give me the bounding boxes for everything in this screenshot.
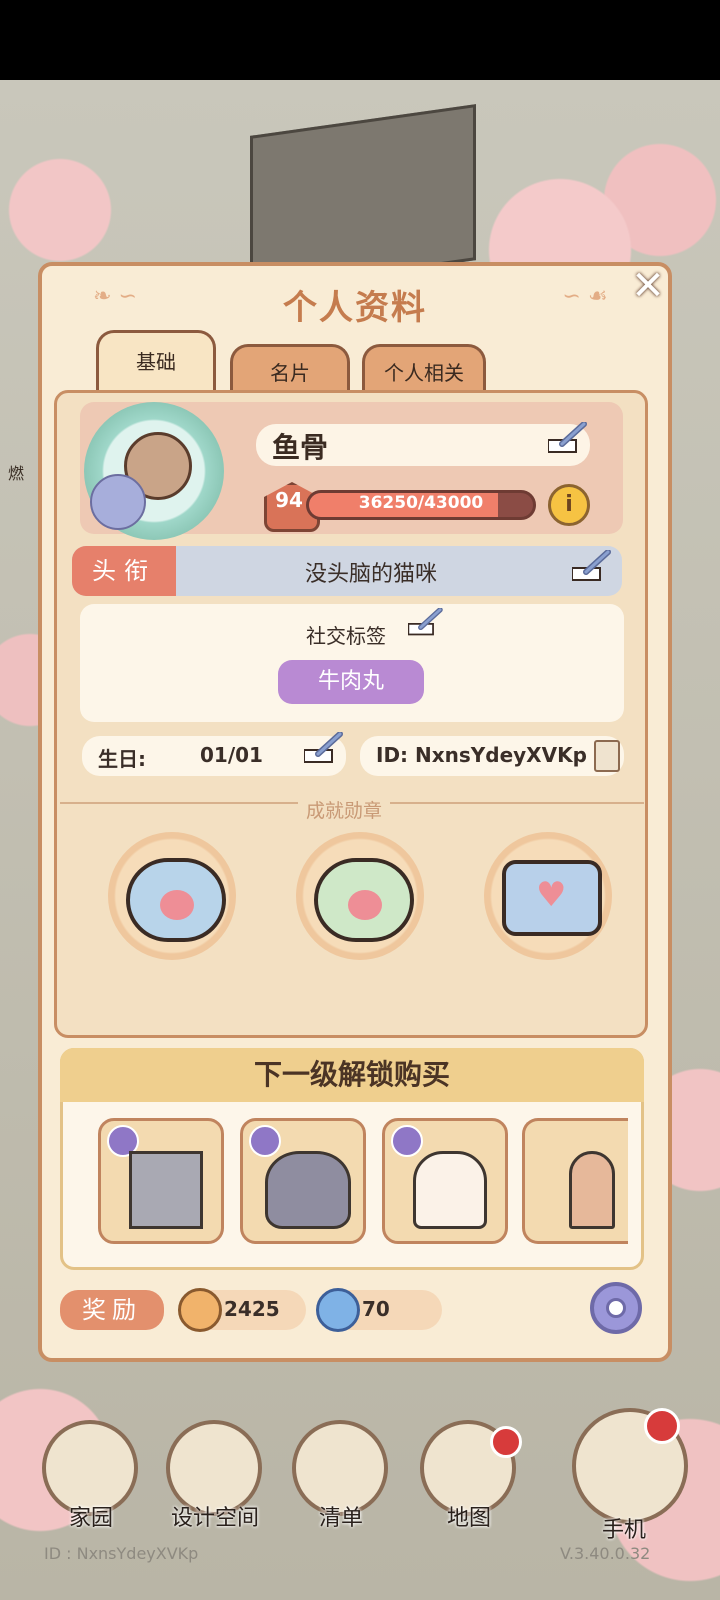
- tab-card[interactable]: 名片: [230, 344, 350, 396]
- achievement-badge-heart-message[interactable]: ♥: [484, 832, 612, 960]
- armchair-icon: [265, 1151, 351, 1229]
- app-version: V.3.40.0.32: [560, 1544, 651, 1563]
- heart-icon: ♥: [536, 875, 567, 915]
- edit-birthday-pencil-icon[interactable]: [304, 732, 344, 766]
- unlock-item-shelf[interactable]: [522, 1118, 628, 1244]
- social-tag-chip[interactable]: 牛肉丸: [278, 660, 424, 704]
- tab-basic[interactable]: 基础: [96, 330, 216, 392]
- birthday-value: 01/01: [200, 743, 263, 767]
- nav-map[interactable]: 地图: [414, 1420, 524, 1531]
- social-tags-label: 社交标签: [306, 624, 386, 648]
- achievement-badge-blue-paw[interactable]: [108, 832, 236, 960]
- reward-label: 奖励: [60, 1290, 164, 1330]
- status-bar: [0, 0, 720, 80]
- info-button[interactable]: i: [548, 484, 590, 526]
- nav-design-label: 设计空间: [170, 1506, 259, 1531]
- swirl-gem-icon: [316, 1288, 360, 1332]
- nav-design[interactable]: 设计空间: [160, 1420, 270, 1531]
- hydrangea-frame-icon: [90, 474, 146, 530]
- coin-icon: [178, 1288, 222, 1332]
- stand-mixer-icon: [413, 1151, 487, 1229]
- map-notification-dot: [490, 1426, 522, 1458]
- nav-list-label: 清单: [318, 1506, 363, 1531]
- gem-reward-value: 70: [362, 1297, 390, 1321]
- title-label: 头衔: [72, 546, 176, 596]
- edit-name-pencil-icon[interactable]: [548, 422, 588, 456]
- furniture-tag-icon: [249, 1125, 281, 1157]
- birthday-label: 生日:: [98, 747, 146, 771]
- cabinet-icon: [129, 1151, 203, 1229]
- unlock-title: 下一级解锁购买: [60, 1048, 644, 1102]
- nav-map-label: 地图: [446, 1506, 491, 1531]
- paw-pad: [348, 890, 382, 920]
- edit-title-pencil-icon[interactable]: [572, 550, 612, 584]
- paw-pad: [160, 890, 194, 920]
- panel-title: 个人资料: [283, 288, 427, 328]
- unlock-item-mixer[interactable]: [382, 1118, 508, 1244]
- gear-icon[interactable]: [590, 1282, 642, 1334]
- footer-user-id: ID : NxnsYdeyXVKp: [44, 1544, 199, 1563]
- coin-reward-value: 2425: [224, 1297, 280, 1321]
- shelf-icon: [569, 1151, 615, 1229]
- paw-icon: [314, 858, 414, 942]
- title-value: 没头脑的猫咪: [304, 562, 437, 587]
- xp-progress-text: 36250/43000: [358, 493, 484, 513]
- copy-icon[interactable]: [594, 740, 620, 772]
- nav-phone-label: 手机: [601, 1518, 646, 1543]
- phone-notification-dot: [644, 1408, 680, 1444]
- unlock-item-cabinet[interactable]: [98, 1118, 224, 1244]
- user-id: ID: NxnsYdeyXVKp: [376, 743, 587, 767]
- nav-home[interactable]: 家园: [36, 1420, 146, 1531]
- close-button[interactable]: ✕: [626, 264, 670, 308]
- unlock-item-chair[interactable]: [240, 1118, 366, 1244]
- paw-icon: [126, 858, 226, 942]
- achievement-badge-green-paw[interactable]: [296, 832, 424, 960]
- nav-home-label: 家园: [68, 1506, 113, 1531]
- achievements-title: 成就勋章: [298, 796, 391, 823]
- nav-phone[interactable]: 手机: [566, 1408, 690, 1543]
- nav-list[interactable]: 清单: [286, 1420, 396, 1531]
- player-name: 鱼骨: [272, 431, 329, 464]
- tab-personal[interactable]: 个人相关: [362, 344, 486, 396]
- avatar[interactable]: [84, 402, 224, 540]
- furniture-tag-icon: [391, 1125, 423, 1157]
- chat-heart-icon: ♥: [502, 860, 602, 936]
- edit-tags-pencil-icon[interactable]: [408, 608, 444, 638]
- background-label: 燃: [8, 464, 25, 483]
